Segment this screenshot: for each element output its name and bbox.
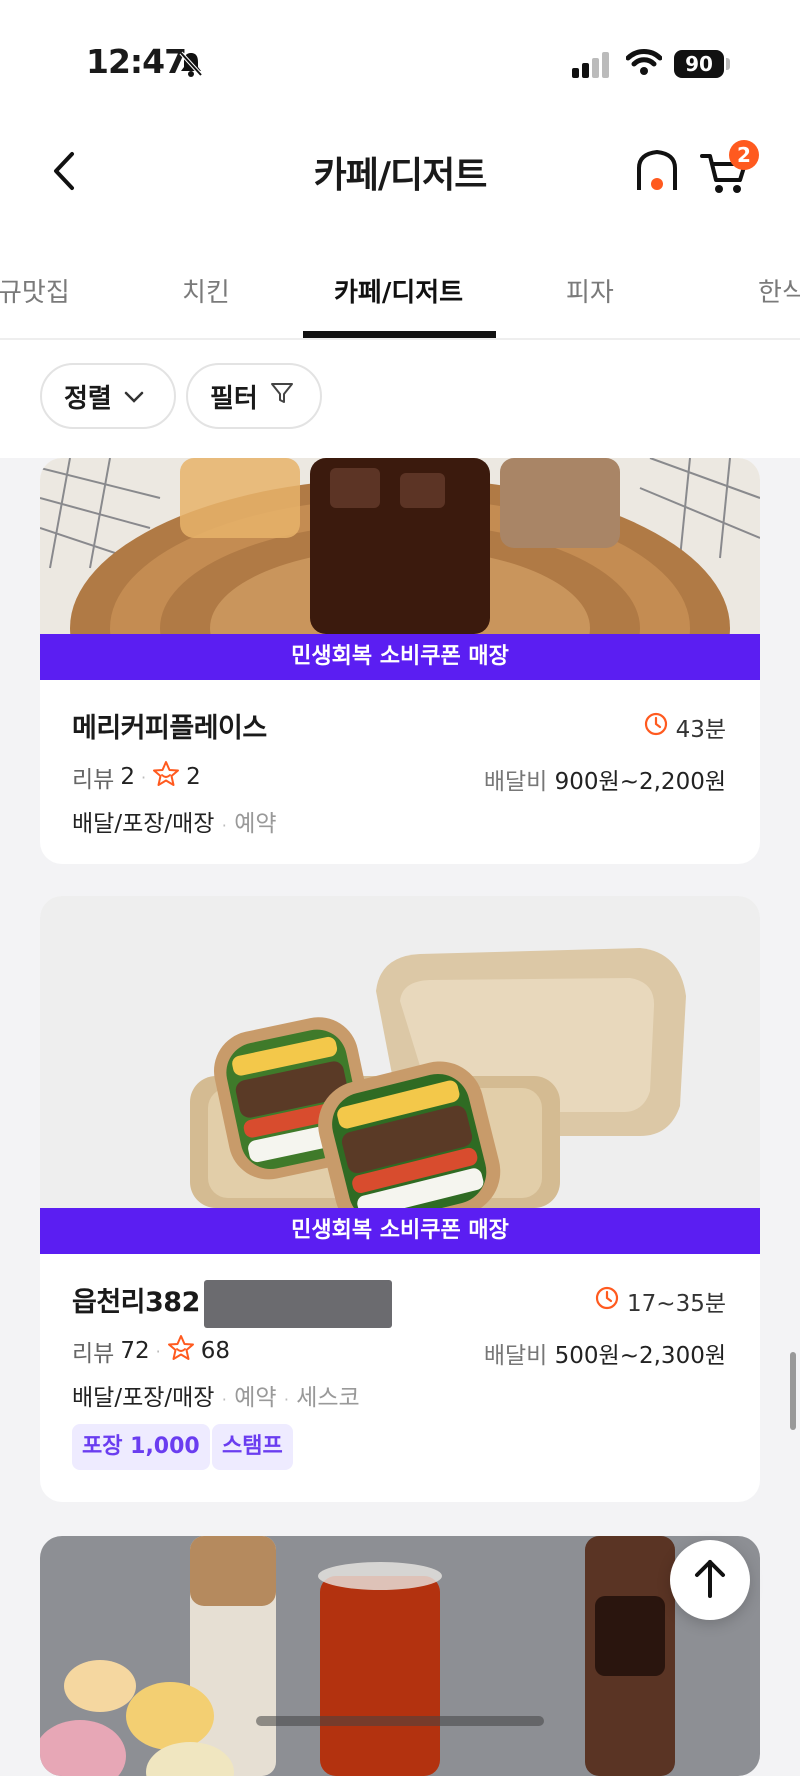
- sort-label: 정렬: [64, 383, 112, 414]
- service-types: 배달/포장/매장 · 예약 · 세스코: [72, 1385, 360, 1411]
- tab-category-0[interactable]: 규맛집: [0, 272, 70, 309]
- eta-value: 43분: [675, 717, 726, 743]
- fee-label: 배달비: [483, 1343, 548, 1369]
- active-tab-indicator: [303, 331, 496, 338]
- delivery-time: 17~35분: [595, 1284, 726, 1318]
- store-card[interactable]: [40, 1536, 760, 1776]
- review-summary: 리뷰 72 · 68: [72, 1334, 230, 1368]
- store-photo: [40, 896, 760, 1208]
- eta-value: 17~35분: [627, 1291, 726, 1317]
- tab-chicken[interactable]: 치킨: [182, 272, 230, 309]
- flower-star-icon: [167, 1334, 195, 1368]
- funnel-icon: [270, 381, 294, 412]
- review-label: 리뷰: [72, 1341, 115, 1367]
- home-indicator: [256, 1716, 544, 1726]
- tab-cafe-dessert[interactable]: 카페/디저트: [334, 272, 463, 309]
- reservation-label: 예약: [234, 1385, 277, 1411]
- services-value: 배달/포장/매장: [72, 1385, 215, 1411]
- cellular-signal-icon: [572, 52, 612, 82]
- store-card[interactable]: 민생회복 소비쿠폰 매장 메리커피플레이스 43분 리뷰 2 · 2 배달비 9…: [40, 458, 760, 864]
- rating-count: 2: [186, 764, 201, 790]
- review-count: 72: [120, 1338, 150, 1364]
- bell-muted-icon: [178, 50, 204, 82]
- filter-button[interactable]: 필터: [186, 363, 322, 429]
- stamp-tag: 스탬프: [212, 1424, 293, 1470]
- scrollbar[interactable]: [790, 1352, 796, 1430]
- wifi-icon: [625, 48, 663, 80]
- sort-button[interactable]: 정렬: [40, 363, 176, 429]
- fee-value: 900원~2,200원: [554, 769, 726, 795]
- store-photo: [40, 1536, 760, 1776]
- tab-pizza[interactable]: 피자: [566, 272, 614, 309]
- battery-indicator: 90: [674, 50, 724, 78]
- store-name: 읍천리382: [72, 1287, 200, 1318]
- delivery-time: 43분: [644, 710, 726, 744]
- store-name: 메리커피플레이스: [72, 713, 267, 744]
- redacted-area: [204, 1280, 392, 1328]
- cesco-label: 세스코: [296, 1385, 360, 1411]
- tab-korean[interactable]: 한식: [758, 272, 800, 309]
- scroll-to-top-button[interactable]: [670, 1540, 750, 1620]
- coupon-banner: 민생회복 소비쿠폰 매장: [40, 634, 760, 680]
- flower-star-icon: [152, 760, 180, 794]
- battery-tip: [726, 58, 730, 70]
- page-title: 카페/디저트: [313, 155, 488, 196]
- cart-count-badge: 2: [729, 140, 759, 170]
- delivery-fee: 배달비 500원~2,300원: [484, 1336, 726, 1370]
- fee-value: 500원~2,300원: [554, 1343, 726, 1369]
- review-label: 리뷰: [72, 767, 115, 793]
- chevron-down-icon: [124, 381, 144, 411]
- arrow-up-icon: [693, 1558, 727, 1602]
- delivery-fee: 배달비 900원~2,200원: [484, 762, 726, 796]
- status-time: 12:47: [86, 42, 187, 81]
- store-photo: [40, 458, 760, 634]
- review-summary: 리뷰 2 · 2: [72, 760, 201, 794]
- services-value: 배달/포장/매장: [72, 811, 215, 837]
- filter-label: 필터: [210, 383, 258, 414]
- service-types: 배달/포장/매장 · 예약: [72, 811, 277, 837]
- fee-label: 배달비: [483, 769, 548, 795]
- takeout-discount-tag: 포장 1,000: [72, 1424, 210, 1470]
- rating-count: 68: [200, 1338, 230, 1364]
- clock-icon: [595, 1286, 619, 1316]
- coupon-banner: 민생회복 소비쿠폰 매장: [40, 1208, 760, 1254]
- store-card[interactable]: 민생회복 소비쿠폰 매장 읍천리382 17~35분 리뷰 72 · 68 배달…: [40, 896, 760, 1502]
- clock-icon: [644, 712, 668, 742]
- home-icon[interactable]: [634, 148, 680, 198]
- reservation-label: 예약: [234, 811, 277, 837]
- review-count: 2: [120, 764, 135, 790]
